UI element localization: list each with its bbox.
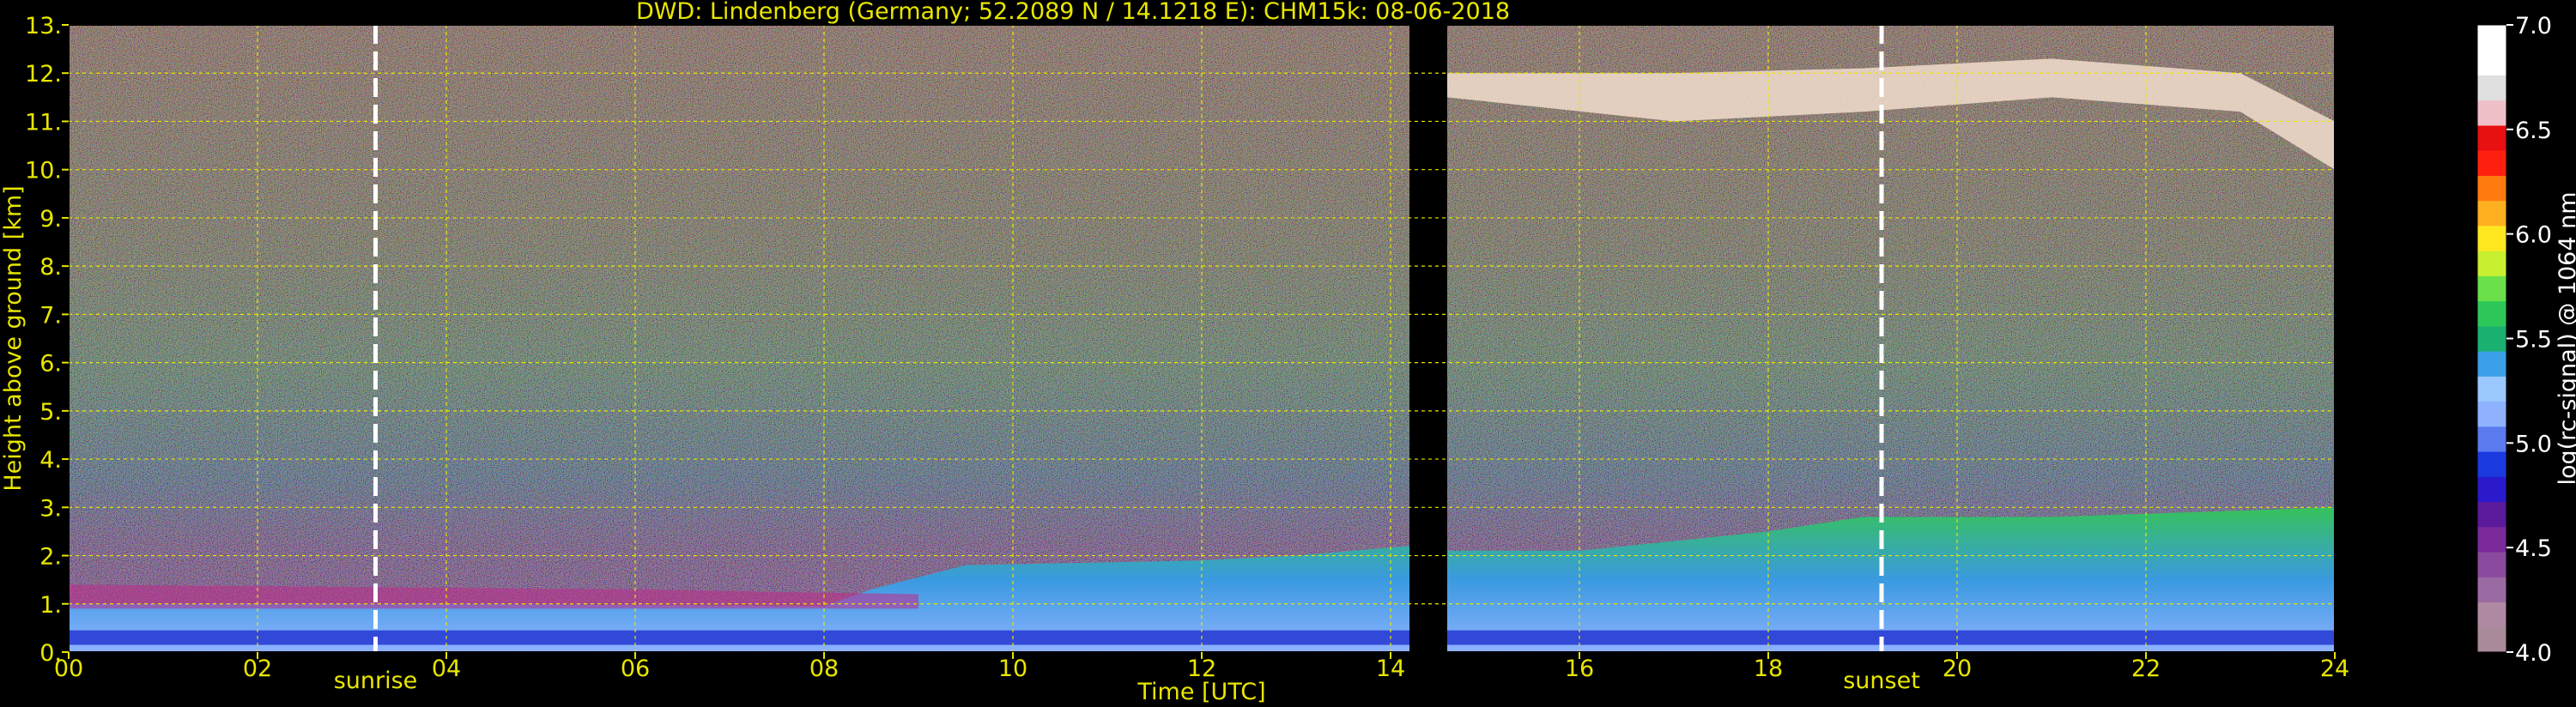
- colorbar-swatch: [2477, 50, 2506, 76]
- colorbar-swatch: [2477, 626, 2506, 653]
- x-axis-label: Time [UTC]: [1136, 679, 1265, 705]
- colorbar-swatch: [2477, 601, 2506, 628]
- colorbar-swatch: [2477, 476, 2506, 503]
- x-tick-label: 04: [432, 656, 461, 682]
- x-tick-label: 10: [998, 656, 1027, 682]
- x-tick-label: 16: [1565, 656, 1594, 682]
- x-tick-label: 08: [809, 656, 839, 682]
- y-tick-label: 5.: [39, 399, 62, 426]
- colorbar-swatch: [2477, 275, 2506, 302]
- y-tick-label: 8.: [39, 254, 62, 281]
- colorbar-swatch: [2477, 501, 2506, 528]
- y-tick-label: 12.: [25, 61, 62, 88]
- x-tick-label: 18: [1754, 656, 1783, 682]
- colorbar-swatch: [2477, 577, 2506, 603]
- y-axis-label: Height above ground [km]: [0, 185, 27, 491]
- colorbar-swatch: [2477, 175, 2506, 202]
- colorbar-swatch: [2477, 401, 2506, 427]
- colorbar-swatch: [2477, 25, 2506, 51]
- x-tick-label: 06: [621, 656, 650, 682]
- y-tick-label: 9.: [39, 206, 62, 233]
- x-tick-label: 14: [1376, 656, 1405, 682]
- colorbar-swatch: [2477, 376, 2506, 402]
- colorbar-swatch: [2477, 300, 2506, 327]
- colorbar-tick-label: 6.5: [2515, 118, 2552, 144]
- y-tick-label: 11.: [25, 109, 62, 136]
- x-tick-label: 24: [2320, 656, 2349, 682]
- y-tick-label: 1.: [39, 592, 62, 619]
- colorbar-swatch: [2477, 552, 2506, 577]
- chart-title: DWD: Lindenberg (Germany; 52.2089 N / 14…: [636, 0, 1510, 25]
- colorbar-swatch: [2477, 451, 2506, 477]
- y-tick-label: 0.: [39, 640, 62, 667]
- colorbar-tick-label: 5.5: [2515, 327, 2552, 354]
- colorbar-swatch: [2477, 526, 2506, 553]
- colorbar-tick-label: 7.0: [2515, 13, 2552, 39]
- x-tick-label: 02: [243, 656, 272, 682]
- x-tick-label: 22: [2131, 656, 2161, 682]
- colorbar-swatch: [2477, 100, 2506, 126]
- y-tick-label: 4.: [39, 447, 62, 474]
- sunset-label: sunset: [1843, 668, 1920, 694]
- colorbar-swatch: [2477, 124, 2506, 151]
- colorbar-tick-label: 5.0: [2515, 431, 2552, 457]
- y-tick-label: 10.: [25, 158, 62, 184]
- colorbar-tick-label: 6.0: [2515, 222, 2552, 249]
- colorbar-swatch: [2477, 251, 2506, 276]
- colorbar-swatch: [2477, 75, 2506, 101]
- y-tick-label: 13.: [25, 13, 62, 39]
- colorbar-tick-label: 4.0: [2515, 640, 2552, 667]
- colorbar-swatch: [2477, 325, 2506, 352]
- x-tick-label: 20: [1943, 656, 1972, 682]
- plot-area: [69, 25, 2335, 652]
- colorbar-swatch: [2477, 351, 2506, 377]
- y-tick-label: 3.: [39, 495, 62, 522]
- colorbar-swatch: [2477, 150, 2506, 176]
- y-tick-label: 6.: [39, 351, 62, 378]
- colorbar-tick-label: 4.5: [2515, 535, 2552, 562]
- colorbar-swatch: [2477, 225, 2506, 251]
- colorbar: 4.0 4.5 5.0 5.5 6.0 6.5 7.0 log(rc-signal) @ 10…: [2476, 13, 2576, 667]
- y-tick-label: 2.: [39, 544, 62, 571]
- data-gap: [1409, 25, 1447, 652]
- y-tick-label: 7.: [39, 302, 62, 329]
- colorbar-swatch: [2477, 426, 2506, 452]
- sunrise-label: sunrise: [334, 668, 418, 694]
- lidar-quicklook-figure: sunrise sunset00 02 04 06 08 10 12 14 16 18 20 22 240…: [0, 0, 2576, 705]
- colorbar-swatch: [2477, 200, 2506, 227]
- colorbar-label: log(rc-signal) @ 1064 nm: [2555, 191, 2576, 485]
